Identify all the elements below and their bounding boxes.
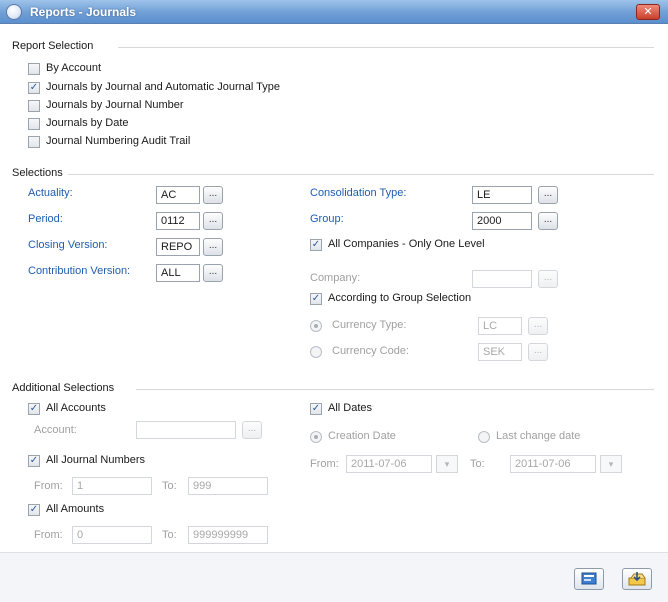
currency-code-browse-button[interactable]: ... <box>528 343 548 361</box>
app-logo-icon <box>6 4 22 20</box>
journals-by-number-checkbox[interactable] <box>28 100 40 112</box>
report-selection-title: Report Selection <box>12 40 94 52</box>
all-companies-checkbox[interactable]: ✓ <box>310 239 322 251</box>
date-to-label: To: <box>470 458 485 470</box>
section-divider <box>68 174 654 175</box>
period-label: Period: <box>28 213 63 225</box>
currency-code-label: Currency Code: <box>332 345 410 357</box>
currency-type-label: Currency Type: <box>332 319 407 331</box>
all-amounts-checkbox[interactable]: ✓ <box>28 504 40 516</box>
journals-by-number-label: Journals by Journal Number <box>46 99 184 111</box>
journals-by-type-checkbox[interactable]: ✓ <box>28 82 40 94</box>
section-divider <box>136 389 654 390</box>
closing-version-browse-button[interactable]: ... <box>203 238 223 256</box>
last-change-date-radio[interactable] <box>478 431 490 443</box>
export-icon <box>628 572 646 586</box>
journal-from-input[interactable]: 1 <box>72 477 152 495</box>
audit-trail-checkbox[interactable] <box>28 136 40 148</box>
selections-title: Selections <box>12 167 63 179</box>
according-group-checkbox[interactable]: ✓ <box>310 293 322 305</box>
amount-to-input[interactable]: 999999999 <box>188 526 268 544</box>
run-report-button[interactable] <box>574 568 604 590</box>
group-input[interactable]: 2000 <box>472 212 532 230</box>
section-divider <box>118 47 654 48</box>
by-account-checkbox[interactable] <box>28 63 40 75</box>
amount-from-input[interactable]: 0 <box>72 526 152 544</box>
contribution-version-browse-button[interactable]: ... <box>203 264 223 282</box>
run-report-icon <box>581 572 597 585</box>
close-button[interactable]: ✕ <box>636 4 660 20</box>
all-dates-label: All Dates <box>328 402 373 414</box>
journal-to-input[interactable]: 999 <box>188 477 268 495</box>
last-change-date-label: Last change date <box>496 430 581 442</box>
by-account-label: By Account <box>46 62 102 74</box>
date-to-input[interactable]: 2011-07-06 <box>510 455 596 473</box>
date-from-label: From: <box>310 458 339 470</box>
currency-type-browse-button[interactable]: ... <box>528 317 548 335</box>
currency-type-input[interactable]: LC <box>478 317 522 335</box>
journals-by-date-label: Journals by Date <box>46 117 129 129</box>
contribution-version-label: Contribution Version: <box>28 265 131 277</box>
amount-from-label: From: <box>34 529 63 541</box>
all-journal-numbers-checkbox[interactable]: ✓ <box>28 455 40 467</box>
currency-type-radio[interactable] <box>310 320 322 332</box>
amount-to-label: To: <box>162 529 177 541</box>
all-journal-numbers-label: All Journal Numbers <box>46 454 146 466</box>
actuality-browse-button[interactable]: ... <box>203 186 223 204</box>
according-group-label: According to Group Selection <box>328 292 472 304</box>
company-input[interactable] <box>472 270 532 288</box>
all-dates-checkbox[interactable]: ✓ <box>310 403 322 415</box>
all-accounts-checkbox[interactable]: ✓ <box>28 403 40 415</box>
closing-version-label: Closing Version: <box>28 239 108 251</box>
closing-version-input[interactable]: REPO <box>156 238 200 256</box>
all-companies-label: All Companies - Only One Level <box>328 238 485 250</box>
journals-by-date-checkbox[interactable] <box>28 118 40 130</box>
period-browse-button[interactable]: ... <box>203 212 223 230</box>
creation-date-radio[interactable] <box>310 431 322 443</box>
journals-by-type-label: Journals by Journal and Automatic Journa… <box>46 81 280 93</box>
creation-date-label: Creation Date <box>328 430 396 442</box>
group-browse-button[interactable]: ... <box>538 212 558 230</box>
audit-trail-label: Journal Numbering Audit Trail <box>46 135 191 147</box>
account-label: Account: <box>34 424 77 436</box>
consolidation-type-browse-button[interactable]: ... <box>538 186 558 204</box>
actuality-label: Actuality: <box>28 187 73 199</box>
date-to-dropdown[interactable]: ▾ <box>600 455 622 473</box>
account-browse-button[interactable]: ... <box>242 421 262 439</box>
additional-selections-title: Additional Selections <box>12 382 115 394</box>
contribution-version-input[interactable]: ALL <box>156 264 200 282</box>
all-accounts-label: All Accounts <box>46 402 106 414</box>
button-bar <box>0 552 668 602</box>
currency-code-input[interactable]: SEK <box>478 343 522 361</box>
consolidation-type-label: Consolidation Type: <box>310 187 407 199</box>
export-button[interactable] <box>622 568 652 590</box>
company-label: Company: <box>310 272 361 284</box>
window-title: Reports - Journals <box>30 5 137 19</box>
consolidation-type-input[interactable]: LE <box>472 186 532 204</box>
date-from-input[interactable]: 2011-07-06 <box>346 455 432 473</box>
journal-to-label: To: <box>162 480 177 492</box>
company-browse-button[interactable]: ... <box>538 270 558 288</box>
journal-from-label: From: <box>34 480 63 492</box>
group-label: Group: <box>310 213 344 225</box>
currency-code-radio[interactable] <box>310 346 322 358</box>
account-input[interactable] <box>136 421 236 439</box>
all-amounts-label: All Amounts <box>46 503 105 515</box>
date-from-dropdown[interactable]: ▾ <box>436 455 458 473</box>
period-input[interactable]: 0112 <box>156 212 200 230</box>
actuality-input[interactable]: AC <box>156 186 200 204</box>
